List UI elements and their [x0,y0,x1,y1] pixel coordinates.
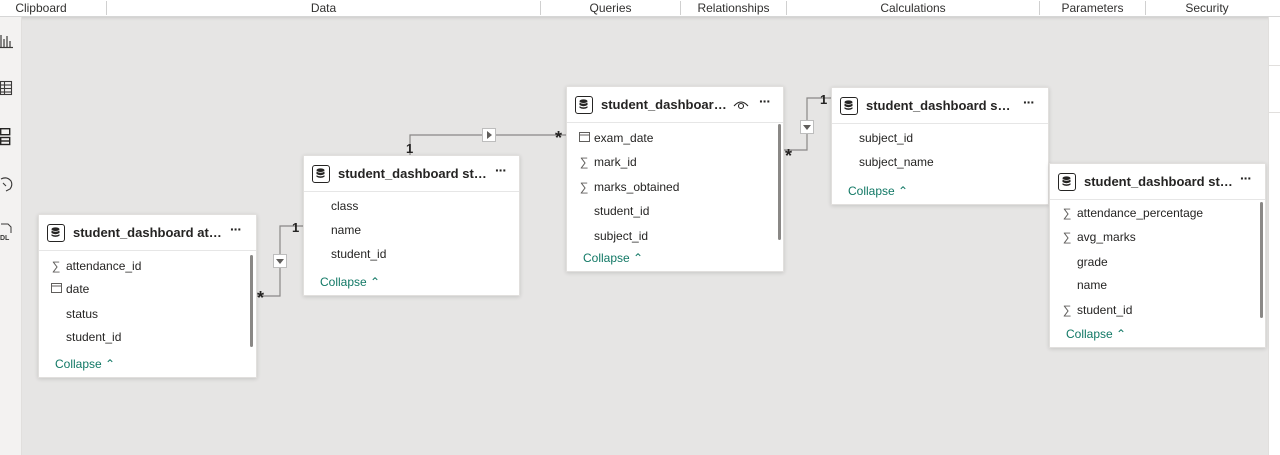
table-card-header[interactable]: student_dashboard... ··· [567,87,783,123]
fields-scrollbar[interactable] [778,124,781,240]
fields-scrollbar[interactable] [1260,202,1263,318]
calendar-icon [49,280,63,298]
more-options-icon[interactable]: ··· [1240,171,1256,187]
table-card-subjects[interactable]: student_dashboard subj... ··· .subject_i… [831,87,1049,205]
cross-filter-direction-icon[interactable] [800,120,814,134]
sigma-icon: ∑ [579,155,589,169]
cardinality-many-marker: * [785,146,793,166]
field-name: grade [1077,255,1108,269]
calendar-icon [577,129,591,147]
field-name: subject_id [594,229,649,243]
field-row[interactable]: ∑ marks_obtained [577,178,680,196]
sigma-icon: ∑ [579,180,589,194]
field-row[interactable]: .status [49,305,98,323]
field-row[interactable]: ∑ attendance_percentage [1060,204,1203,222]
collapse-link[interactable]: Collapse ⌃ [848,184,908,198]
cardinality-one-marker: 1 [292,220,300,235]
field-row[interactable]: .grade [1060,253,1108,271]
table-card-header[interactable]: student_dashboard stu... ··· [304,156,519,192]
chevron-up-icon: ⌃ [370,275,381,289]
collapse-label: Collapse [55,357,102,371]
sigma-icon: ∑ [1062,230,1072,244]
sigma-icon: ∑ [51,259,61,273]
field-row[interactable]: date [49,280,89,298]
field-name: student_id [1077,303,1133,317]
field-name: attendance_percentage [1077,206,1204,220]
field-name: student_id [331,247,387,261]
table-card-header[interactable]: student_dashboard subj... ··· [832,88,1048,124]
collapse-link[interactable]: Collapse ⌃ [55,357,115,371]
field-row[interactable]: .student_id [577,202,649,220]
cardinality-one-marker: 1 [820,92,828,107]
table-card-header[interactable]: student_dashboard atte... ··· [39,215,256,251]
cross-filter-direction-icon[interactable] [273,254,287,268]
field-row[interactable]: ∑ mark_id [577,153,637,171]
chevron-up-icon: ⌃ [1116,327,1127,341]
collapse-link[interactable]: Collapse ⌃ [583,251,643,265]
collapse-label: Collapse [1066,327,1113,341]
collapse-link[interactable]: Collapse ⌃ [320,275,380,289]
table-title: student_dashboard... [601,97,729,112]
field-row[interactable]: ∑ avg_marks [1060,228,1136,246]
field-row[interactable]: .class [314,197,358,215]
field-row[interactable]: .student_id [49,328,121,346]
collapse-label: Collapse [848,184,895,198]
field-name: mark_id [594,155,637,169]
sigma-icon: ∑ [1062,303,1072,317]
table-title: student_dashboard subj... [866,98,1018,113]
collapse-link[interactable]: Collapse ⌃ [1066,327,1126,341]
field-name: avg_marks [1077,230,1136,244]
table-card-student-summary[interactable]: student_dashboard stu... ··· ∑ attendance… [1049,163,1266,348]
field-row[interactable]: .subject_name [842,153,934,171]
field-row[interactable]: .subject_id [577,227,648,245]
field-row[interactable]: .subject_id [842,129,913,147]
field-name: student_id [594,204,650,218]
table-card-students[interactable]: student_dashboard stu... ··· .class .nam… [303,155,520,296]
more-options-icon[interactable]: ··· [230,222,246,238]
table-title: student_dashboard stu... [1084,174,1234,189]
field-row[interactable]: .name [314,221,361,239]
visibility-icon[interactable] [733,98,749,110]
more-options-icon[interactable]: ··· [1023,95,1039,111]
field-name: attendance_id [66,259,142,273]
table-title: student_dashboard stu... [338,166,488,181]
table-icon [1058,173,1076,191]
field-row[interactable]: .student_id [314,245,386,263]
cardinality-one-marker: 1 [406,141,414,156]
field-row[interactable]: .name [1060,276,1107,294]
table-icon [575,96,593,114]
field-name: student_id [66,330,122,344]
table-icon [840,97,858,115]
field-row[interactable]: exam_date [577,129,653,147]
field-name: name [331,223,362,237]
table-card-marks[interactable]: student_dashboard... ··· exam_date ∑ mark… [566,86,784,272]
field-name: name [1077,278,1108,292]
table-icon [312,165,330,183]
chevron-up-icon: ⌃ [898,184,909,198]
field-name: date [66,282,90,296]
sigma-icon: ∑ [1062,206,1072,220]
field-row[interactable]: ∑ attendance_id [49,257,142,275]
table-icon [47,224,65,242]
chevron-up-icon: ⌃ [105,357,116,371]
cross-filter-direction-icon[interactable] [482,128,496,142]
cardinality-many-marker: * [257,288,265,308]
more-options-icon[interactable]: ··· [759,94,775,110]
fields-scrollbar[interactable] [250,255,253,347]
field-name: marks_obtained [594,180,680,194]
field-row[interactable]: ∑ student_id [1060,301,1133,319]
collapse-label: Collapse [320,275,367,289]
more-options-icon[interactable]: ··· [495,163,511,179]
field-name: subject_id [859,131,914,145]
table-title: student_dashboard atte... [73,225,223,240]
field-name: status [66,307,99,321]
field-name: subject_name [859,155,934,169]
field-name: class [331,199,359,213]
cardinality-many-marker: * [555,128,563,148]
chevron-up-icon: ⌃ [633,251,644,265]
table-card-header[interactable]: student_dashboard stu... ··· [1050,164,1265,200]
field-name: exam_date [594,131,654,145]
table-card-attendance[interactable]: student_dashboard atte... ··· ∑ attendanc… [38,214,257,378]
collapse-label: Collapse [583,251,630,265]
